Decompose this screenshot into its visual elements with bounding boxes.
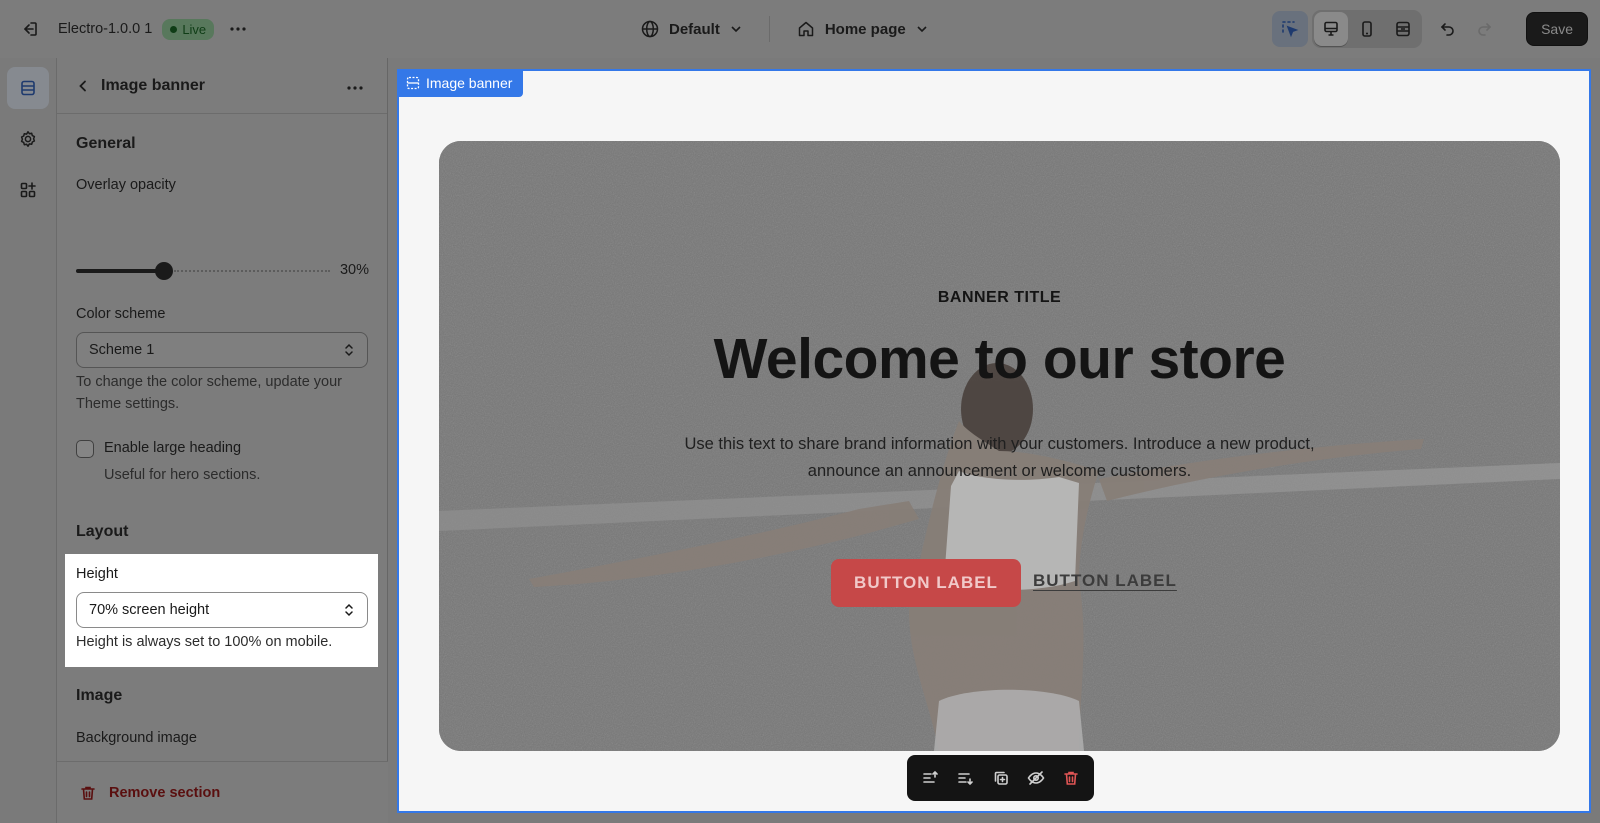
section-grid-icon — [406, 76, 420, 90]
banner-content: BANNER TITLE Welcome to our store Use th… — [439, 141, 1560, 751]
image-heading: Image — [76, 687, 123, 704]
more-options-icon[interactable] — [339, 72, 371, 104]
live-badge-label: Live — [182, 21, 207, 37]
slider-fill — [76, 269, 164, 273]
context-selectors: Default Home page — [640, 13, 929, 45]
exit-icon[interactable] — [14, 13, 46, 45]
apps-icon[interactable] — [7, 169, 49, 211]
section-action-toolbar — [907, 755, 1094, 801]
viewport-switcher — [1312, 10, 1423, 48]
height-value: 70% screen height — [89, 602, 210, 618]
delete-trash-icon[interactable] — [1056, 763, 1086, 793]
general-heading: General — [76, 135, 136, 152]
redo-icon[interactable] — [1468, 13, 1500, 45]
slider-track-rest — [174, 270, 330, 272]
overlay-opacity-slider[interactable] — [76, 262, 330, 280]
move-down-icon[interactable] — [951, 763, 981, 793]
theme-selector-label: Default — [669, 20, 720, 38]
overlay-opacity-value: 30% — [339, 262, 369, 278]
color-scheme-help: To change the color scheme, update your … — [76, 374, 342, 412]
mobile-view-icon[interactable] — [1350, 12, 1384, 46]
theme-selector[interactable]: Default — [640, 19, 743, 39]
height-setting-highlight: Height 70% screen height Height is alway… — [65, 554, 378, 667]
sections-icon[interactable] — [7, 67, 49, 109]
slider-handle[interactable] — [155, 262, 173, 280]
banner-secondary-link[interactable]: BUTTON LABEL — [1033, 571, 1177, 591]
hide-eye-icon[interactable] — [1021, 763, 1051, 793]
chevron-updown-icon — [345, 343, 353, 357]
left-rail — [0, 58, 57, 823]
home-icon — [798, 21, 814, 37]
back-chevron-icon[interactable] — [75, 78, 91, 94]
desktop-view-icon[interactable] — [1314, 12, 1349, 46]
cursor-select-icon — [1282, 21, 1299, 38]
remove-section-button[interactable]: Remove section — [57, 761, 388, 823]
height-help: Height is always set to 100% on mobile. — [76, 634, 333, 650]
inspector-toggle[interactable] — [1272, 11, 1309, 47]
settings-panel: Image banner General Overlay opacity 30%… — [57, 58, 388, 823]
image-banner[interactable]: BANNER TITLE Welcome to our store Use th… — [439, 141, 1560, 751]
chevron-updown-icon — [345, 603, 353, 617]
toolbar-actions: Save — [1272, 10, 1588, 48]
divider — [768, 16, 770, 42]
live-dot-icon — [170, 25, 178, 33]
banner-heading: Welcome to our store — [713, 327, 1286, 391]
panel-title: Image banner — [101, 76, 206, 94]
banner-text: Use this text to share brand information… — [684, 435, 1315, 480]
remove-section-label: Remove section — [109, 784, 221, 801]
panel-header: Image banner — [57, 58, 387, 114]
settings-gear-icon[interactable] — [7, 118, 49, 160]
layout-heading: Layout — [76, 523, 129, 540]
more-options-icon[interactable] — [222, 13, 254, 45]
page-selector-label: Home page — [824, 20, 906, 38]
fullwidth-view-icon[interactable] — [1386, 12, 1420, 46]
background-image-label: Background image — [76, 730, 197, 746]
section-tag[interactable]: Image banner — [397, 69, 524, 97]
theme-name: Electro-1.0.0 1 — [58, 21, 153, 37]
color-scheme-select[interactable]: Scheme 1 — [76, 332, 368, 368]
trash-icon — [81, 786, 95, 800]
page-selector[interactable]: Home page — [796, 19, 929, 39]
height-label: Height — [76, 566, 118, 582]
top-bar: Electro-1.0.0 1 Live Default Home page S… — [0, 0, 1600, 58]
large-heading-help: Useful for hero sections. — [104, 467, 261, 483]
overlay-opacity-label: Overlay opacity — [76, 177, 176, 193]
large-heading-checkbox[interactable] — [76, 440, 94, 458]
chevron-down-icon — [731, 26, 741, 33]
banner-kicker: BANNER TITLE — [937, 289, 1062, 306]
globe-icon — [641, 20, 659, 38]
save-button[interactable]: Save — [1526, 12, 1588, 46]
color-scheme-value: Scheme 1 — [89, 342, 155, 358]
move-up-icon[interactable] — [916, 763, 946, 793]
large-heading-label: Enable large heading — [104, 440, 242, 456]
chevron-down-icon — [917, 26, 927, 33]
banner-primary-button[interactable]: BUTTON LABEL — [831, 559, 1021, 607]
undo-icon[interactable] — [1432, 13, 1464, 45]
height-select[interactable]: 70% screen height — [76, 592, 368, 628]
section-tag-label: Image banner — [426, 75, 513, 91]
live-badge: Live — [162, 18, 215, 40]
duplicate-icon[interactable] — [986, 763, 1016, 793]
panel-body: General Overlay opacity 30% Color scheme… — [57, 115, 388, 753]
preview-canvas: Image banner BANNER TITLE Welcome to our… — [397, 69, 1591, 813]
color-scheme-label: Color scheme — [76, 306, 166, 322]
